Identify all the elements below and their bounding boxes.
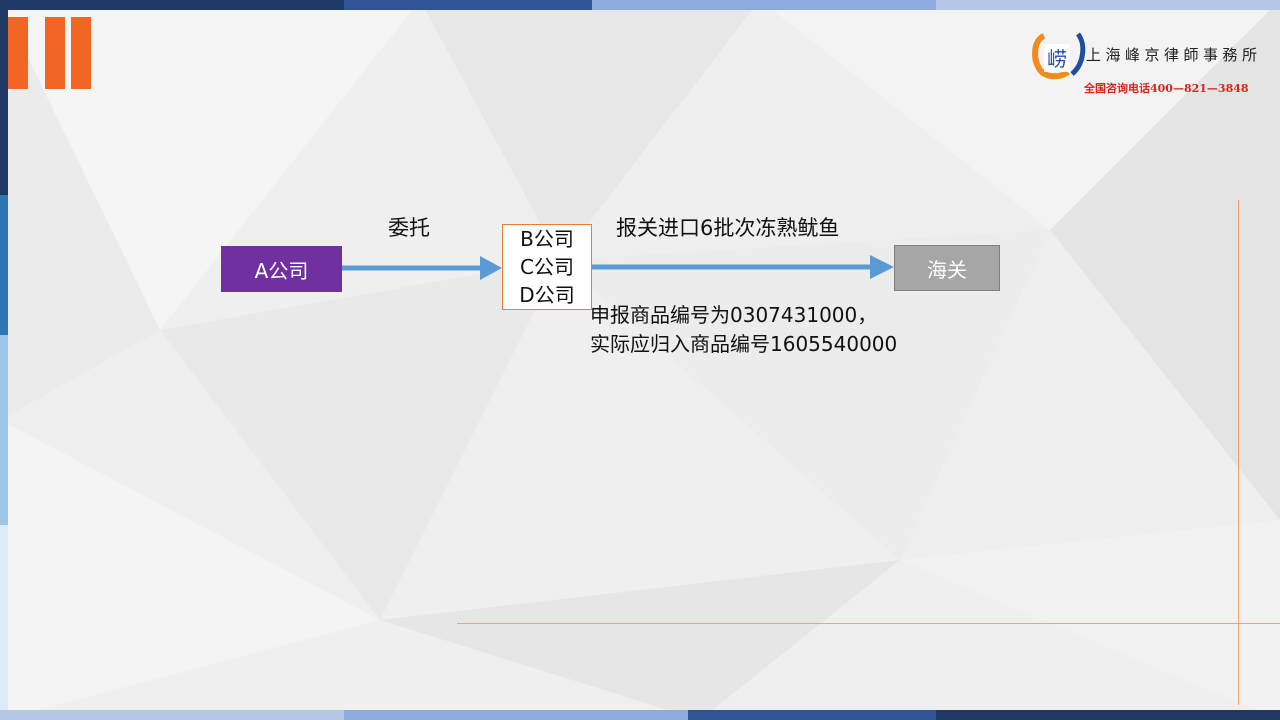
top-stripe-2 [344,0,592,10]
top-stripe-4 [936,0,1280,10]
left-edge-bar-2 [0,195,8,335]
top-stripe-3 [592,0,936,10]
bottom-stripe-2 [344,710,688,720]
firm-logo-icon: 崂 [1032,32,1086,80]
left-edge-bar-4 [0,525,8,710]
node-company-d: D公司 [519,283,575,307]
node-company-b: B公司 [520,227,574,251]
edge-label-declare: 报关进口6批次冻熟鱿鱼 [616,216,840,240]
edge-label-entrust: 委托 [388,216,430,240]
node-companies-bcd: B公司 C公司 D公司 [502,224,592,310]
bottom-stripe-4 [936,710,1280,720]
logo-glyph: 崂 [1047,47,1067,71]
hotline-text: 全国咨询电话400—821—3848 [1084,82,1249,95]
bottom-stripe-1 [0,710,344,720]
background-pattern [0,0,1280,720]
note-line-declared: 申报商品编号为0307431000， [590,303,878,327]
decor-line-vertical [1238,200,1239,705]
firm-name: 上海峰京律師事務所 [1086,46,1262,64]
top-stripe-1 [0,0,344,10]
node-customs: 海关 [894,245,1000,291]
title-bar-3 [71,17,91,89]
node-company-c: C公司 [520,255,574,279]
hs-code-note: 申报商品编号为0307431000， 实际应归入商品编号1605540000 [590,301,897,359]
left-edge-bar-1 [0,10,8,195]
note-line-actual: 实际应归入商品编号1605540000 [590,332,898,356]
title-bar-1 [8,17,28,89]
node-company-a: A公司 [221,246,342,292]
left-edge-bar-3 [0,335,8,525]
bottom-stripe-3 [688,710,936,720]
title-bar-2 [45,17,65,89]
decor-line-horizontal [457,623,1280,624]
